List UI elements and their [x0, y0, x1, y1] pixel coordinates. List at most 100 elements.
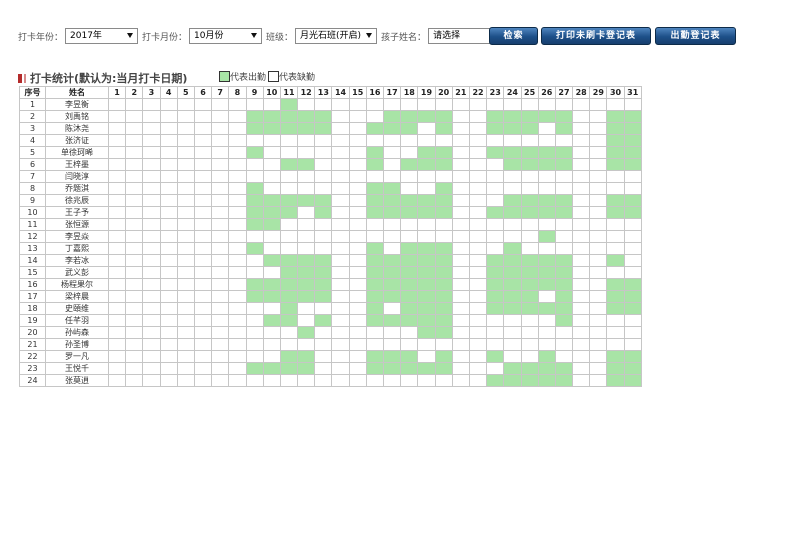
attendance-cell-absent — [589, 350, 608, 363]
attendance-cell-absent — [228, 242, 247, 255]
table-row: 17 梁梓晨 — [19, 290, 642, 303]
attendance-cell-absent — [468, 326, 488, 339]
attendance-cell-absent — [176, 350, 195, 363]
attendance-cell-absent — [107, 278, 127, 291]
attendance-cell-absent — [176, 242, 195, 255]
attendance-cell-absent — [623, 230, 642, 243]
attendance-cell-absent — [107, 146, 127, 159]
attendance-cell-absent — [572, 278, 591, 291]
attendance-cell-absent — [142, 266, 161, 279]
attendance-cell-present — [434, 350, 453, 363]
header-day: 27 — [554, 86, 574, 99]
attendance-cell-absent — [468, 278, 488, 291]
attendance-cell-absent — [297, 338, 316, 351]
attendance-cell-present — [434, 122, 453, 135]
attendance-cell-present — [417, 326, 436, 339]
attendance-cell-present — [537, 374, 556, 387]
print-unswiped-button[interactable]: 打印未刷卡登记表 — [541, 27, 651, 45]
month-label: 打卡月份： — [142, 32, 188, 43]
attendance-cell-absent — [228, 182, 247, 195]
attendance-cell-absent — [468, 206, 488, 219]
class-select[interactable]: 月光石班(开启) — [295, 28, 378, 44]
attendance-cell-absent — [623, 314, 642, 327]
attendance-cell-absent — [537, 182, 556, 195]
attendance-cell-absent — [348, 122, 367, 135]
attendance-cell-present — [417, 242, 436, 255]
attendance-cell-absent — [125, 374, 144, 387]
attendance-cell-present — [245, 290, 264, 303]
attendance-cell-absent — [107, 290, 127, 303]
attendance-cell-present — [279, 194, 299, 207]
attendance-cell-present — [537, 254, 556, 267]
attendance-cell-absent — [228, 362, 247, 375]
attendance-cell-absent — [468, 314, 488, 327]
attendance-cell-present — [417, 302, 436, 315]
attendance-cell-absent — [176, 290, 195, 303]
attendance-cell-present — [382, 182, 402, 195]
attendance-cell-present — [434, 290, 453, 303]
attendance-cell-present — [520, 146, 539, 159]
attendance-cell-absent — [503, 350, 522, 363]
attendance-cell-present — [279, 254, 299, 267]
attendance-cell-absent — [297, 134, 316, 147]
attendance-cell-present — [297, 158, 316, 171]
attendance-cell-absent — [572, 158, 591, 171]
header-day: 1 — [107, 86, 127, 99]
legend-present: 代表出勤 — [230, 73, 267, 83]
attendance-cell-present — [262, 218, 281, 231]
attendance-cell-absent — [193, 350, 213, 363]
attendance-cell-absent — [159, 374, 178, 387]
attendance-cell-absent — [589, 374, 608, 387]
attendance-cell-present — [520, 374, 539, 387]
attendance-cell-absent — [382, 158, 402, 171]
search-button[interactable]: 检索 — [489, 27, 538, 45]
header-day: 7 — [211, 86, 230, 99]
row-child-name: 史頤维 — [45, 302, 109, 315]
header-day: 18 — [400, 86, 419, 99]
attendance-cell-present — [606, 254, 625, 267]
attendance-cell-absent — [262, 170, 281, 183]
table-row: 12 李昱焱 — [19, 230, 642, 243]
attendance-cell-present — [606, 374, 625, 387]
header-day: 28 — [572, 86, 591, 99]
attendance-cell-present — [400, 242, 419, 255]
attendance-cell-absent — [572, 290, 591, 303]
attendance-cell-absent — [211, 350, 230, 363]
attendance-cell-present — [434, 314, 453, 327]
attendance-cell-absent — [606, 338, 625, 351]
attendance-cell-absent — [176, 98, 195, 111]
attendance-cell-present — [365, 158, 385, 171]
attendance-cell-absent — [142, 194, 161, 207]
attendance-cell-absent — [142, 218, 161, 231]
attendance-cell-absent — [245, 254, 264, 267]
attendance-cell-absent — [125, 362, 144, 375]
attendance-cell-absent — [193, 362, 213, 375]
attendance-cell-absent — [589, 362, 608, 375]
attendance-cell-absent — [176, 266, 195, 279]
attendance-cell-absent — [417, 374, 436, 387]
attendance-cell-absent — [572, 242, 591, 255]
row-index: 10 — [19, 206, 46, 219]
attendance-cell-absent — [589, 278, 608, 291]
class-select-value: 月光石班(开启) — [300, 31, 362, 41]
attendance-cell-absent — [193, 242, 213, 255]
attendance-cell-present — [365, 146, 385, 159]
attendance-cell-present — [262, 122, 281, 135]
attendance-cell-present — [314, 206, 333, 219]
attendance-cell-absent — [228, 254, 247, 267]
attendance-cell-absent — [589, 134, 608, 147]
row-child-name: 孙圣博 — [45, 338, 109, 351]
header-day: 21 — [451, 86, 470, 99]
attendance-cell-absent — [520, 230, 539, 243]
attendance-cell-absent — [211, 98, 230, 111]
attendance-register-button[interactable]: 出勤登记表 — [655, 27, 736, 45]
attendance-cell-present — [623, 362, 642, 375]
row-child-name: 李若冰 — [45, 254, 109, 267]
month-select[interactable]: 10月份 — [189, 28, 263, 44]
attendance-cell-absent — [228, 326, 247, 339]
row-index: 14 — [19, 254, 46, 267]
attendance-cell-absent — [228, 110, 247, 123]
year-select[interactable]: 2017年 — [65, 28, 139, 44]
attendance-cell-absent — [125, 146, 144, 159]
attendance-cell-absent — [589, 158, 608, 171]
